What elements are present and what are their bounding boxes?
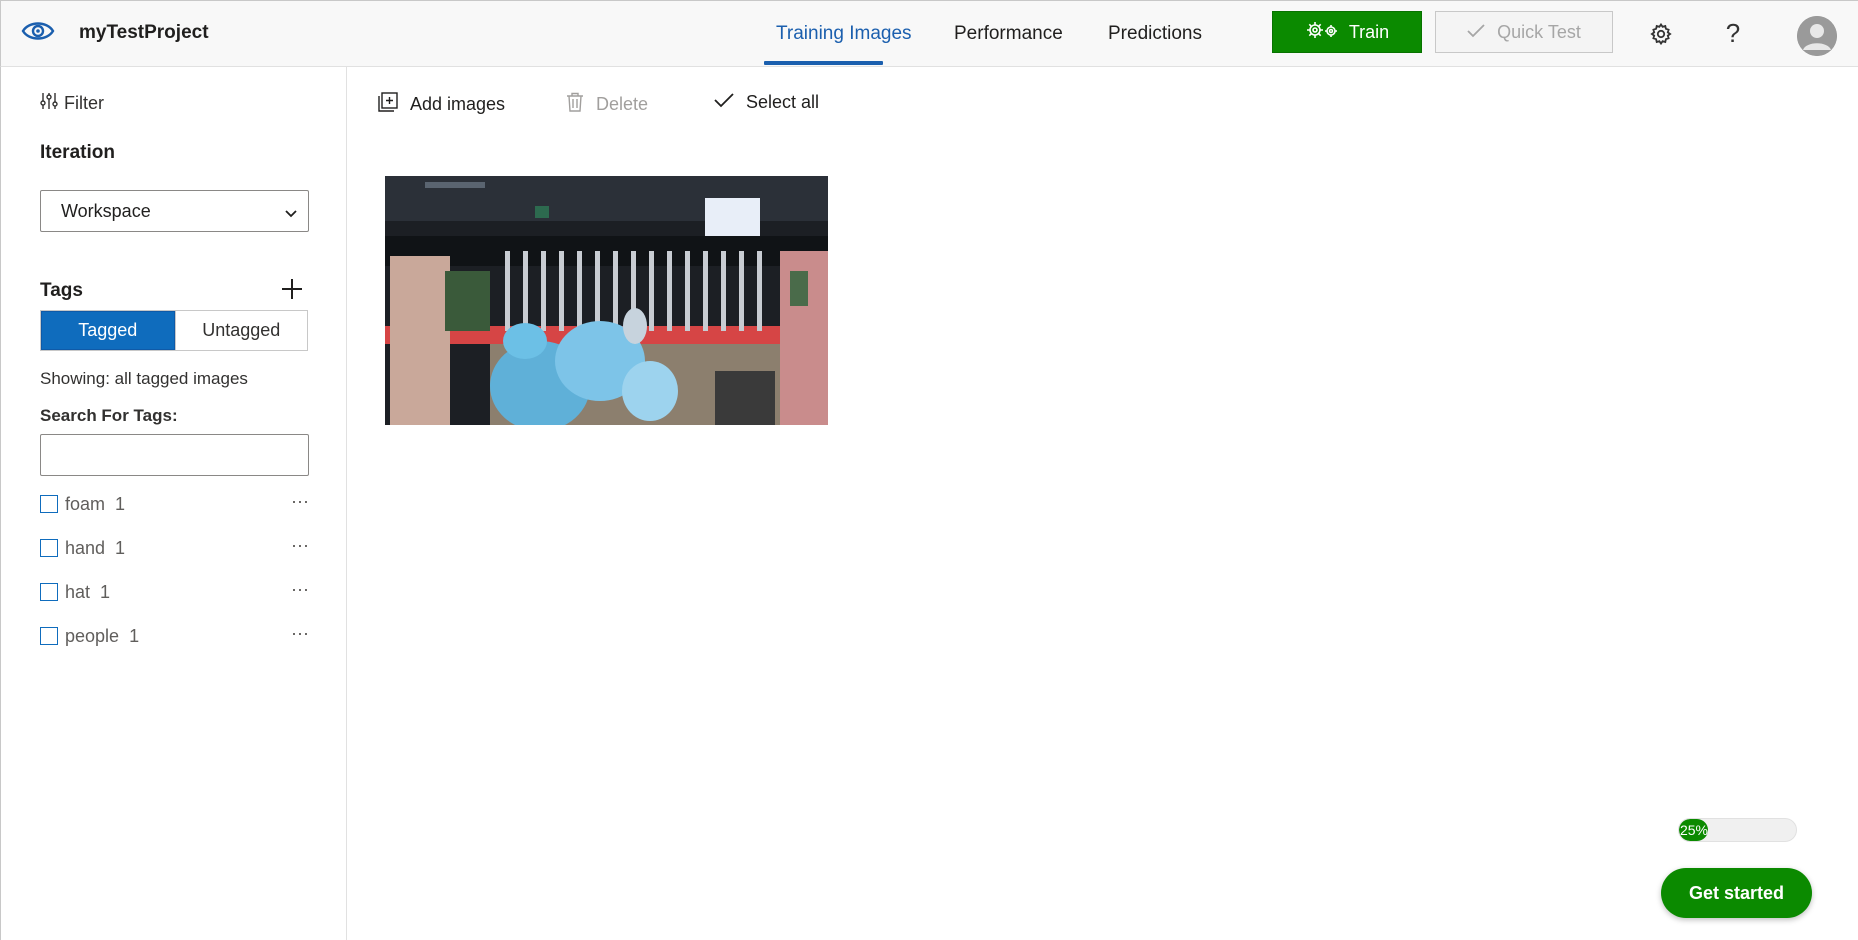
settings-gear-icon[interactable] (1646, 19, 1676, 49)
iteration-selected-value: Workspace (61, 200, 151, 221)
tag-count: 1 (129, 625, 140, 646)
eye-logo-icon[interactable] (21, 17, 55, 45)
tag-row-hand[interactable]: hand 1 ⋯ (40, 526, 310, 570)
add-images-button[interactable]: Add images (378, 92, 505, 117)
gears-icon (1305, 20, 1339, 45)
tag-checkbox[interactable] (40, 627, 58, 645)
progress-percent-label: 25% (1679, 822, 1709, 838)
get-started-button[interactable]: Get started (1661, 868, 1812, 918)
add-images-label: Add images (410, 94, 506, 114)
tab-performance[interactable]: Performance (954, 23, 1063, 45)
chevron-down-icon (284, 204, 298, 225)
showing-status-text: Showing: all tagged images (40, 369, 248, 388)
tag-checkbox[interactable] (40, 583, 58, 601)
delete-button[interactable]: Delete (566, 92, 648, 117)
help-icon[interactable]: ? (1718, 17, 1748, 49)
training-image-thumbnail[interactable] (385, 176, 828, 425)
add-image-icon (378, 92, 398, 117)
tag-checkbox[interactable] (40, 539, 58, 557)
more-options-icon[interactable]: ⋯ (291, 492, 310, 513)
tag-list: foam 1 ⋯ hand 1 ⋯ hat 1 ⋯ people 1 ⋯ (40, 482, 310, 658)
checkmark-icon (714, 92, 734, 113)
onboarding-progress-bar: 25% (1678, 818, 1797, 842)
filter-label: Filter (64, 93, 104, 113)
trash-icon (566, 92, 584, 117)
tab-training-images[interactable]: Training Images (776, 23, 912, 45)
add-tag-plus-icon[interactable] (280, 277, 304, 301)
tagged-untagged-toggle: Tagged Untagged (40, 310, 308, 351)
tag-name: hand (65, 537, 106, 558)
untagged-button[interactable]: Untagged (174, 311, 307, 350)
tagged-button[interactable]: Tagged (41, 311, 175, 350)
tag-checkbox[interactable] (40, 495, 58, 513)
tab-predictions[interactable]: Predictions (1108, 23, 1202, 45)
checkmark-icon (1467, 22, 1485, 43)
more-options-icon[interactable]: ⋯ (291, 624, 310, 645)
tag-name: hat (65, 581, 91, 602)
iteration-dropdown[interactable]: Workspace (40, 190, 309, 232)
train-button[interactable]: Train (1272, 11, 1422, 53)
tag-count: 1 (115, 493, 126, 514)
tag-count: 1 (115, 537, 126, 558)
filter-toggle[interactable]: Filter (40, 92, 104, 115)
tag-row-people[interactable]: people 1 ⋯ (40, 614, 310, 658)
search-tags-label: Search For Tags: (40, 406, 178, 425)
tag-count: 1 (100, 581, 111, 602)
more-options-icon[interactable]: ⋯ (291, 536, 310, 557)
project-title[interactable]: myTestProject (79, 22, 209, 44)
quick-test-label: Quick Test (1497, 21, 1581, 42)
active-tab-indicator (764, 61, 883, 65)
left-sidebar: Filter Iteration Workspace Tags Tagged U… (0, 67, 347, 940)
user-avatar[interactable] (1797, 16, 1837, 56)
select-all-button[interactable]: Select all (714, 92, 819, 113)
tag-name: foam (65, 493, 106, 514)
tag-row-hat[interactable]: hat 1 ⋯ (40, 570, 310, 614)
tags-label: Tags (40, 280, 83, 301)
select-all-label: Select all (746, 92, 820, 112)
tag-row-foam[interactable]: foam 1 ⋯ (40, 482, 310, 526)
top-bar: myTestProject Training Images Performanc… (0, 0, 1858, 67)
tag-name: people (65, 625, 120, 646)
train-label: Train (1348, 21, 1390, 42)
more-options-icon[interactable]: ⋯ (291, 580, 310, 601)
filter-sliders-icon (40, 92, 58, 115)
search-tags-input[interactable] (40, 434, 309, 476)
delete-label: Delete (596, 94, 649, 114)
quick-test-button[interactable]: Quick Test (1435, 11, 1613, 53)
iteration-label: Iteration (40, 142, 115, 163)
